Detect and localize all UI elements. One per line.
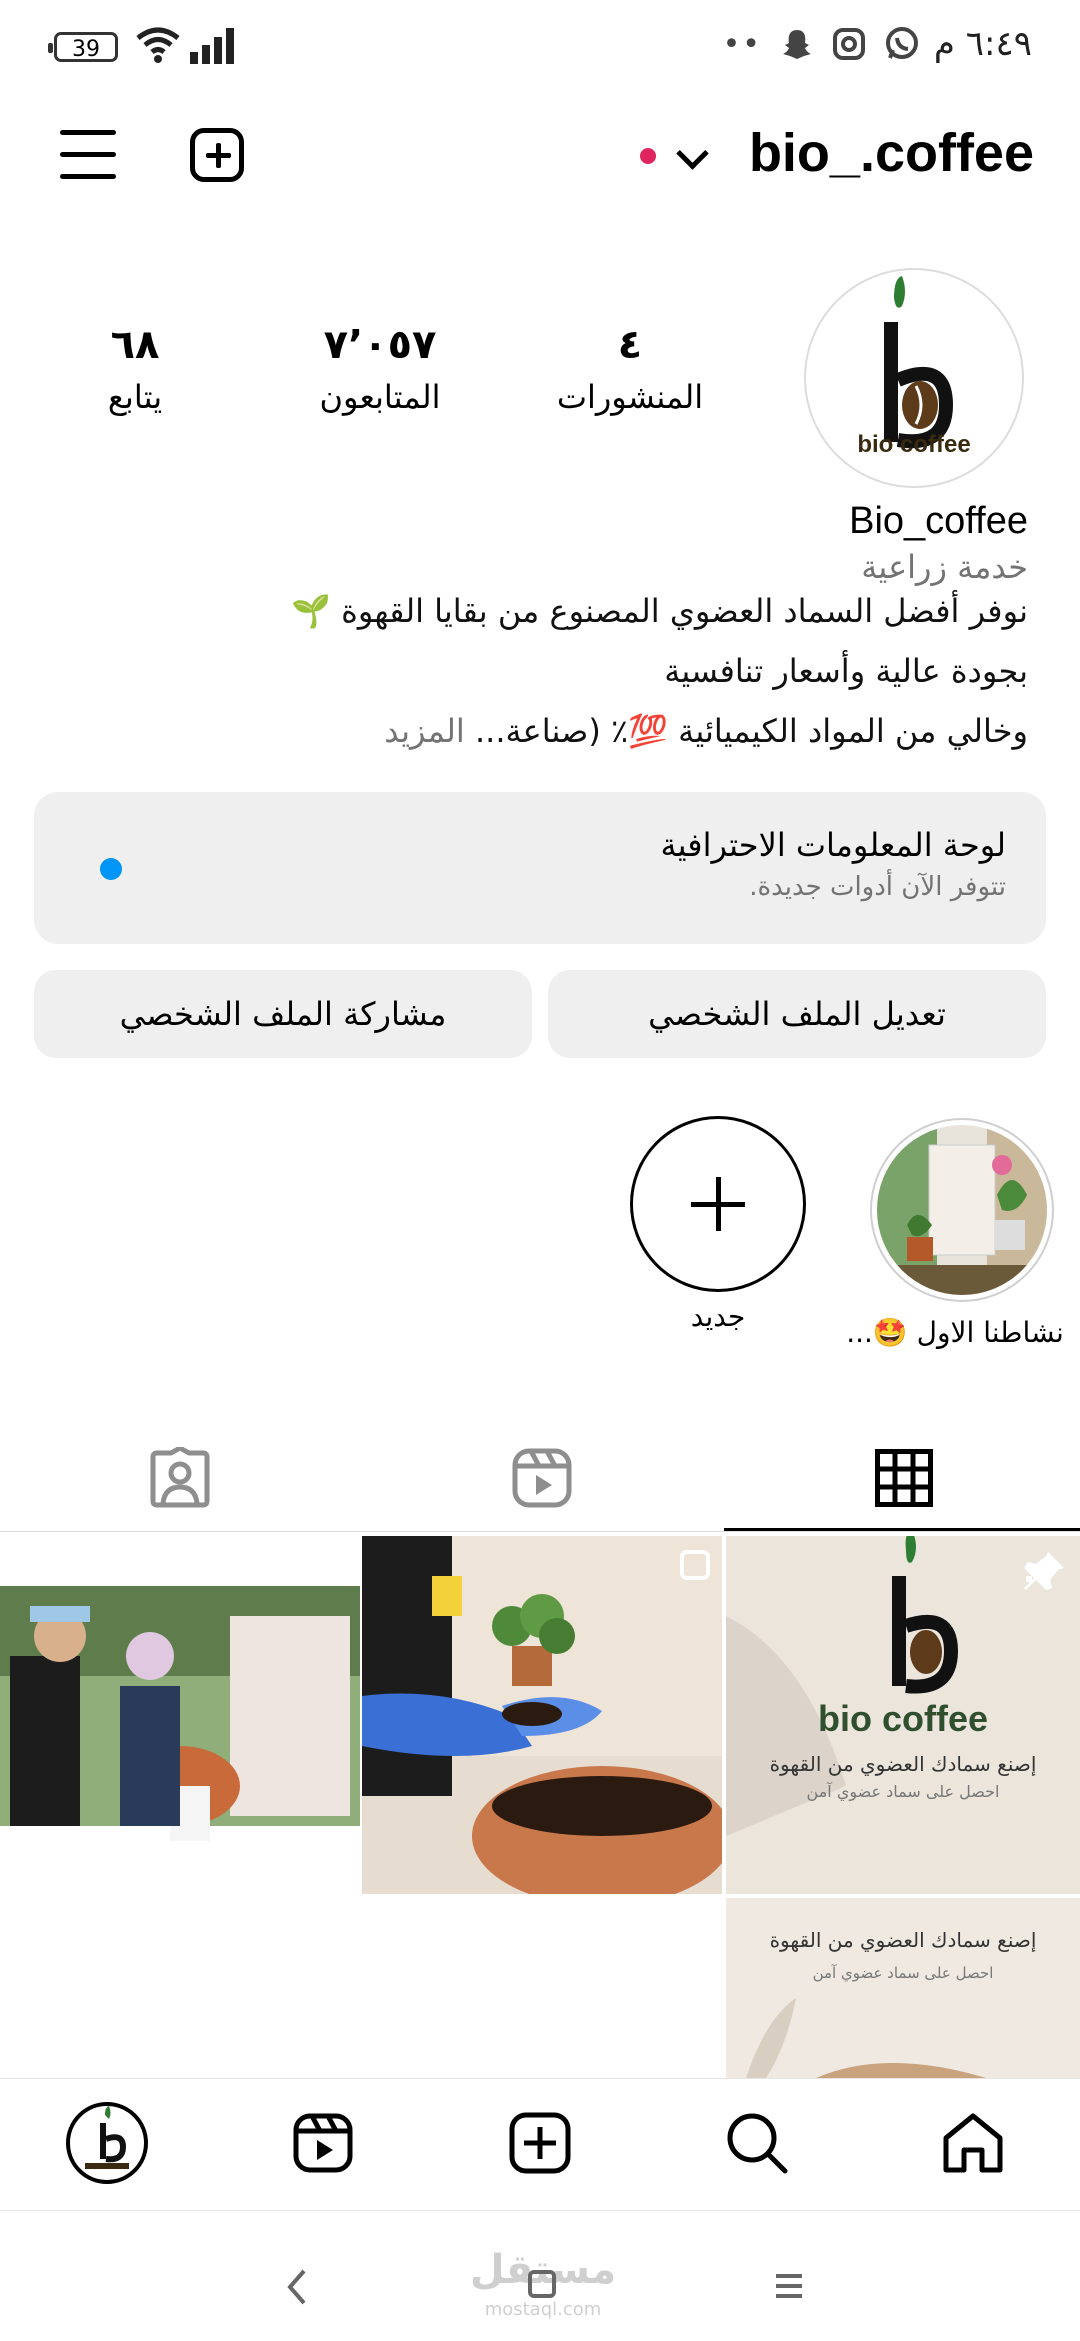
new-highlight-button[interactable] [630, 1116, 806, 1292]
wifi-icon [136, 27, 180, 63]
bio-line-1: نوفر أفضل السماد العضوي المصنوع من بقايا… [291, 592, 1028, 630]
post-3-image [0, 1536, 360, 1894]
post-4-caption: إصنع سمادك العضوي من القهوة [769, 1928, 1037, 1952]
professional-dashboard[interactable]: لوحة المعلومات الاحترافية تتوفر الآن أدو… [34, 792, 1046, 944]
snapchat-icon [783, 30, 811, 59]
instagram-icon [833, 28, 865, 60]
tab-tagged[interactable] [0, 1426, 360, 1530]
post-4[interactable]: إصنع سمادك العضوي من القهوة احصل على سما… [726, 1898, 1080, 2078]
dashboard-subtitle: تتوفر الآن أدوات جديدة. [749, 872, 1006, 902]
logo-text: bio coffee [857, 431, 970, 458]
battery-icon: 39 [48, 32, 118, 62]
stat-followers-label: المتابعون [319, 378, 441, 416]
profile-avatar-icon [66, 2102, 148, 2184]
status-time: ٦:٤٩ م [933, 24, 1032, 64]
bio-coffee-logo-icon: bio coffee [857, 276, 971, 458]
nav-search[interactable] [712, 2098, 802, 2188]
highlight-image-icon [877, 1125, 1047, 1295]
highlight-first-activity[interactable] [870, 1118, 1054, 1302]
plus-icon [691, 1177, 745, 1231]
stat-posts[interactable]: ٤ المنشورات [530, 322, 730, 416]
menu-icon[interactable] [60, 130, 116, 180]
profile-category: خدمة زراعية [861, 548, 1028, 586]
reels-icon [293, 2113, 353, 2173]
pin-icon [1024, 1552, 1064, 1590]
post-4-subcaption: احصل على سماد عضوي آمن [812, 1964, 994, 1982]
stat-posts-label: المنشورات [556, 378, 704, 416]
edit-profile-button[interactable]: تعديل الملف الشخصي [548, 970, 1046, 1058]
bio-line-3-text: وخالي من المواد الكيميائية 💯٪ (صناعة... [474, 712, 1028, 750]
stat-followers-value: ٧٬٠٥٧ [323, 322, 437, 368]
back-icon[interactable] [284, 2267, 308, 2307]
notification-dot [640, 148, 656, 164]
post-1[interactable]: bio coffee إصنع سمادك العضوي من القهوة ا… [726, 1536, 1080, 1894]
post-1-caption: إصنع سمادك العضوي من القهوة [769, 1752, 1037, 1776]
whatsapp-icon [886, 27, 918, 59]
status-bar: 39 ٦:٤٩ م •• [0, 0, 1080, 100]
account-username[interactable]: bio_.coffee [749, 122, 1034, 184]
new-indicator-dot [100, 858, 122, 880]
post-1-logo-text: bio coffee [817, 1698, 988, 1739]
post-3[interactable] [0, 1536, 360, 1894]
stat-following[interactable]: ٦٨ يتابع [60, 322, 210, 416]
tab-divider [0, 1531, 1080, 1532]
post-4-leaf-decor [746, 1998, 986, 2078]
search-icon [727, 2113, 788, 2174]
add-post-icon [509, 2112, 571, 2174]
recents-icon[interactable] [774, 2271, 804, 2301]
avatar[interactable]: bio coffee [804, 268, 1024, 488]
stat-followers[interactable]: ٧٬٠٥٧ المتابعون [270, 322, 490, 416]
post-2[interactable] [362, 1536, 722, 1894]
nav-reels[interactable] [278, 2098, 368, 2188]
stat-posts-value: ٤ [617, 322, 643, 368]
bio-line-2: بجودة عالية وأسعار تنافسية [664, 652, 1028, 690]
home-square-icon[interactable] [527, 2269, 557, 2299]
stat-following-label: يتابع [107, 378, 163, 416]
tab-reels[interactable] [362, 1426, 722, 1530]
home-icon [943, 2113, 1003, 2173]
tab-grid[interactable] [724, 1426, 1080, 1530]
reels-icon [512, 1448, 572, 1508]
post-2-image [362, 1536, 722, 1894]
chevron-down-icon[interactable] [676, 137, 709, 170]
active-tab-indicator [724, 1528, 1080, 1531]
post-1-subcaption: احصل على سماد عضوي آمن [806, 1782, 1000, 1801]
bio-more-link[interactable]: المزيد [384, 712, 465, 750]
create-post-icon[interactable] [190, 128, 244, 182]
grid-icon [875, 1449, 933, 1507]
nav-create[interactable] [495, 2098, 585, 2188]
highlight-label-new: جديد [690, 1300, 746, 1333]
dashboard-title: لوحة المعلومات الاحترافية [660, 826, 1006, 864]
more-dots-icon: •• [722, 26, 762, 62]
profile-name: Bio_coffee [849, 500, 1028, 542]
highlight-label-first: نشاطنا الاول 🤩... [846, 1316, 1064, 1349]
watermark-sub: mostaql.com [484, 2299, 602, 2320]
stat-following-value: ٦٨ [110, 322, 160, 368]
battery-level: 39 [72, 37, 100, 62]
notification-icons: •• [723, 26, 920, 62]
share-profile-button[interactable]: مشاركة الملف الشخصي [34, 970, 532, 1058]
signal-icon [190, 28, 234, 64]
system-navigation: مستقل mostaql.com [0, 2210, 1080, 2341]
bio-line-3: وخالي من المواد الكيميائية 💯٪ (صناعة... … [384, 712, 1028, 750]
nav-profile[interactable] [62, 2098, 152, 2188]
nav-home[interactable] [928, 2098, 1018, 2188]
tagged-icon [150, 1447, 210, 1508]
